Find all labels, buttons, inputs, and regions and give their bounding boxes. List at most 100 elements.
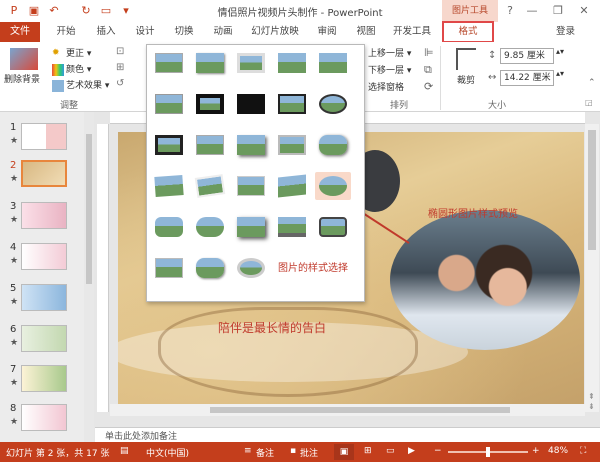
artistic-effects-button[interactable]: 艺术效果 ▾	[52, 78, 109, 92]
scrollbar-thumb[interactable]	[86, 134, 92, 284]
slide-thumbnail[interactable]	[21, 202, 67, 229]
slideshow-view-icon[interactable]: ▶	[408, 446, 415, 456]
align-icon[interactable]: ⊫	[424, 46, 434, 59]
crop-icon[interactable]	[456, 48, 476, 70]
fit-slide-icon[interactable]: ⛶	[580, 446, 586, 456]
crop-button[interactable]: 裁剪	[457, 73, 475, 86]
height-field[interactable]: 9.85 厘米	[500, 48, 554, 64]
slide-thumbnail[interactable]	[21, 243, 67, 270]
tab-format[interactable]: 格式	[442, 21, 494, 43]
picture-style-option[interactable]	[274, 213, 310, 241]
remove-background-icon[interactable]	[10, 48, 38, 70]
slideshow-start-icon[interactable]: ▭	[98, 3, 114, 19]
picture-style-option[interactable]	[192, 213, 228, 241]
reading-view-icon[interactable]: ▭	[386, 446, 395, 456]
picture-style-option[interactable]	[151, 131, 187, 159]
tab-home[interactable]: 开始	[52, 22, 80, 42]
reset-picture-icon[interactable]: ↺	[116, 78, 124, 89]
save-icon[interactable]: ▣	[26, 3, 42, 19]
bring-forward-button[interactable]: 上移一层 ▾	[368, 46, 411, 59]
slide-main-text[interactable]: 陪伴是最长情的告白	[218, 319, 326, 336]
remove-background-button[interactable]: 删除背景	[4, 72, 40, 85]
picture-style-option[interactable]	[192, 90, 228, 118]
tab-animations[interactable]: 动画	[209, 22, 237, 42]
tab-review[interactable]: 审阅	[313, 22, 341, 42]
zoom-level[interactable]: 48%	[548, 446, 568, 456]
corrections-button[interactable]: ✹ 更正 ▾	[52, 46, 91, 60]
zoom-in-button[interactable]: +	[532, 446, 540, 456]
picture-style-option[interactable]	[315, 131, 351, 159]
picture-style-option[interactable]	[233, 49, 269, 77]
scrollbar-thumb[interactable]	[588, 130, 596, 250]
picture-style-option[interactable]	[274, 90, 310, 118]
login-link[interactable]: 登录	[556, 22, 575, 42]
language-indicator[interactable]: 中文(中国)	[146, 446, 189, 459]
send-backward-button[interactable]: 下移一层 ▾	[368, 63, 411, 76]
redo-icon[interactable]: ↻	[78, 3, 94, 19]
picture-style-option[interactable]	[315, 49, 351, 77]
picture-style-option[interactable]	[192, 254, 228, 282]
compress-icon[interactable]: ⊡	[116, 46, 124, 57]
picture-style-option[interactable]	[192, 49, 228, 77]
picture-style-option[interactable]	[233, 213, 269, 241]
group-icon[interactable]: ⧉	[424, 63, 432, 77]
comments-toggle-button[interactable]: 批注	[300, 446, 318, 459]
spellcheck-icon[interactable]: ▤	[120, 446, 129, 456]
app-icon[interactable]: P	[6, 3, 22, 19]
picture-style-option[interactable]	[274, 131, 310, 159]
horizontal-scrollbar[interactable]	[110, 404, 585, 416]
size-dialog-launcher-icon[interactable]: ◲	[585, 98, 593, 107]
picture-style-option[interactable]	[233, 172, 269, 200]
picture-style-option[interactable]	[151, 90, 187, 118]
slide-thumbnail[interactable]	[21, 325, 67, 352]
normal-view-icon[interactable]: ▣	[334, 444, 354, 460]
zoom-slider-handle[interactable]	[486, 447, 490, 457]
scrollbar-thumb[interactable]	[210, 407, 510, 413]
tab-view[interactable]: 视图	[352, 22, 380, 42]
slide-thumbnail[interactable]	[21, 365, 67, 392]
picture-style-option[interactable]	[151, 172, 187, 200]
slide-thumbnail[interactable]	[21, 123, 67, 150]
height-spinner[interactable]: ▴▾	[556, 47, 564, 56]
thumbnails-scrollbar[interactable]	[84, 112, 94, 442]
slide-thumbnail[interactable]	[21, 284, 67, 311]
notes-placeholder[interactable]: 单击此处添加备注	[105, 429, 177, 442]
close-button[interactable]: ✕	[574, 2, 594, 20]
change-picture-icon[interactable]: ⊞	[116, 62, 124, 73]
width-field[interactable]: 14.22 厘米	[500, 70, 554, 86]
tab-slideshow[interactable]: 幻灯片放映	[250, 22, 300, 42]
picture-style-option[interactable]	[233, 254, 269, 282]
slide-thumbnail-selected[interactable]	[21, 160, 67, 187]
next-slide-icon[interactable]: ⇟	[588, 402, 595, 411]
picture-style-option[interactable]	[274, 49, 310, 77]
help-button[interactable]: ?	[500, 2, 520, 20]
picture-style-option[interactable]	[151, 254, 187, 282]
restore-button[interactable]: ❐	[548, 2, 568, 20]
notes-pane[interactable]: 单击此处添加备注	[95, 427, 600, 442]
picture-style-option[interactable]	[233, 90, 269, 118]
tab-developer[interactable]: 开发工具	[390, 22, 434, 42]
picture-style-option[interactable]	[315, 213, 351, 241]
tab-design[interactable]: 设计	[131, 22, 159, 42]
customize-qat-icon[interactable]: ▾	[118, 3, 134, 19]
slide-sorter-icon[interactable]: ⊞	[364, 446, 372, 456]
picture-style-option[interactable]	[151, 49, 187, 77]
tab-file[interactable]: 文件	[0, 22, 40, 42]
picture-style-option-hovered[interactable]	[315, 172, 351, 200]
oval-couple-photo[interactable]	[390, 210, 580, 350]
collapse-ribbon-icon[interactable]: ⌃	[588, 78, 596, 88]
picture-style-option[interactable]	[233, 131, 269, 159]
picture-style-option[interactable]	[192, 131, 228, 159]
picture-style-option[interactable]	[274, 172, 310, 200]
picture-style-option[interactable]	[151, 213, 187, 241]
prev-slide-icon[interactable]: ⇞	[588, 392, 595, 401]
color-button[interactable]: 颜色 ▾	[52, 62, 91, 76]
vertical-scrollbar[interactable]	[585, 124, 599, 412]
tab-insert[interactable]: 插入	[92, 22, 120, 42]
picture-style-option[interactable]	[192, 172, 228, 200]
picture-style-option[interactable]	[315, 90, 351, 118]
slide-thumbnail[interactable]	[21, 404, 67, 431]
tab-transitions[interactable]: 切换	[170, 22, 198, 42]
width-spinner[interactable]: ▴▾	[556, 69, 564, 78]
notes-toggle-button[interactable]: 备注	[256, 446, 274, 459]
